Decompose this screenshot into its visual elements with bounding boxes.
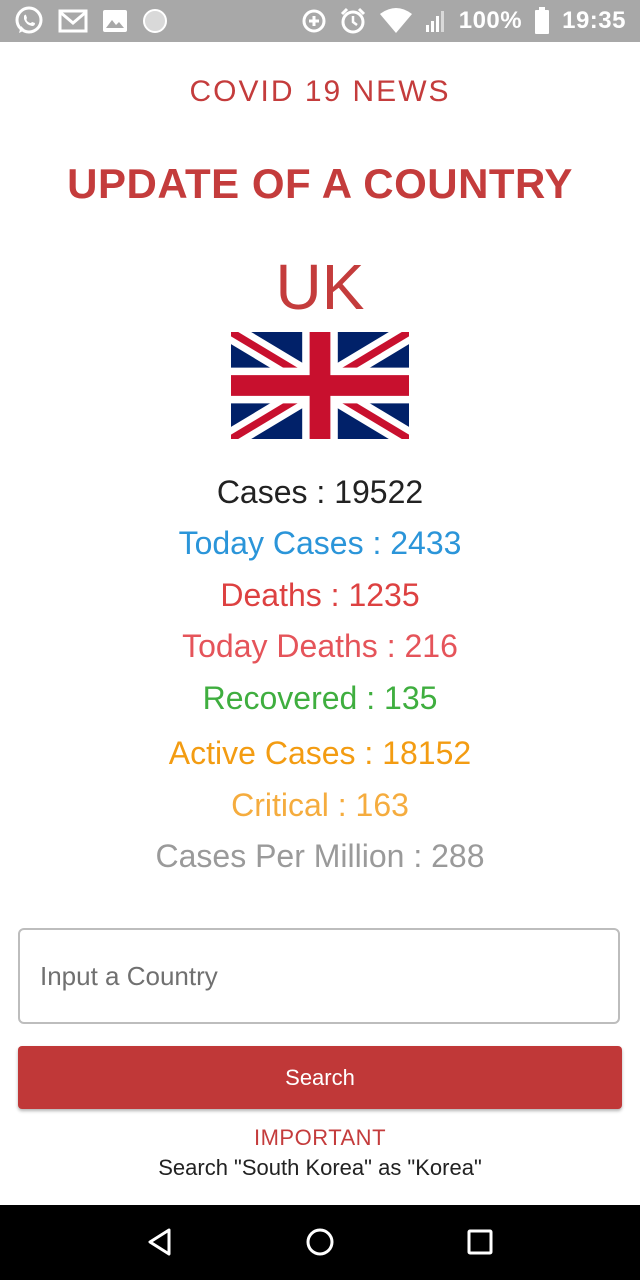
data-saver-icon <box>302 9 326 33</box>
battery-percent: 100% <box>458 7 523 34</box>
stat-today-cases: Today Cases : 2433 <box>178 525 462 561</box>
stat-recovered: Recovered : 135 <box>202 680 438 716</box>
stat-cases: Cases : 19522 <box>216 474 424 510</box>
wifi-icon <box>379 8 412 33</box>
home-icon[interactable] <box>305 1227 335 1257</box>
stat-today-deaths: Today Deaths : 216 <box>182 628 458 664</box>
gmail-icon <box>58 9 88 33</box>
app-subtitle: COVID 19 NEWS <box>189 75 451 108</box>
stat-cases-per-million: Cases Per Million : 288 <box>155 838 485 874</box>
uk-flag-icon <box>231 332 409 439</box>
alarm-icon <box>340 7 365 34</box>
country-name: UK <box>275 251 365 323</box>
navigation-bar <box>0 1205 640 1280</box>
important-label: IMPORTANT <box>253 1125 387 1150</box>
whatsapp-icon <box>15 6 43 34</box>
page-title: UPDATE OF A COUNTRY <box>67 160 573 207</box>
clock: 19:35 <box>562 7 626 34</box>
search-note: Search "South Korea" as "Korea" <box>158 1155 482 1180</box>
country-search-input[interactable]: Input a Country <box>18 928 620 1024</box>
search-button[interactable]: Search <box>18 1046 622 1109</box>
back-icon[interactable] <box>146 1227 174 1257</box>
image-icon <box>103 10 127 32</box>
recents-icon[interactable] <box>467 1227 493 1257</box>
stat-active-cases: Active Cases : 18152 <box>168 735 472 771</box>
battery-icon <box>535 7 550 34</box>
stat-deaths: Deaths : 1235 <box>220 577 420 613</box>
status-bar: 100% 19:35 <box>0 0 640 42</box>
circle-icon <box>143 9 167 33</box>
stat-critical: Critical : 163 <box>231 787 409 823</box>
signal-icon <box>425 11 444 32</box>
